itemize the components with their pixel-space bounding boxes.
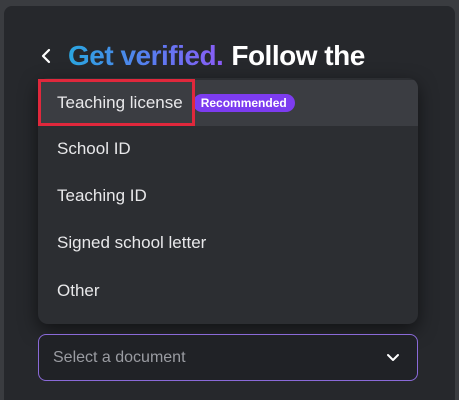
option-label: School ID xyxy=(57,139,131,158)
document-dropdown-menu: Teaching license Recommended School ID T… xyxy=(38,78,418,324)
document-select[interactable]: Select a document xyxy=(38,334,418,381)
option-school-id[interactable]: School ID xyxy=(38,126,418,172)
title-accent: Get verified. xyxy=(68,40,224,71)
select-placeholder: Select a document xyxy=(53,348,186,366)
screen: Get verified. Follow the Teaching licens… xyxy=(0,0,459,400)
chevron-down-icon xyxy=(385,350,401,366)
title-rest: Follow the xyxy=(231,40,365,71)
option-teaching-license[interactable]: Teaching license Recommended xyxy=(38,80,418,126)
option-other[interactable]: Other xyxy=(38,268,418,314)
option-label: Teaching license xyxy=(57,93,183,112)
chevron-left-icon[interactable] xyxy=(36,46,56,66)
option-label: Teaching ID xyxy=(57,186,147,205)
option-label: Other xyxy=(57,281,100,300)
option-teaching-id[interactable]: Teaching ID xyxy=(38,173,418,219)
page-header: Get verified. Follow the xyxy=(36,36,365,76)
option-signed-school-letter[interactable]: Signed school letter xyxy=(38,220,418,266)
option-label: Signed school letter xyxy=(57,233,207,252)
recommended-badge: Recommended xyxy=(192,94,295,112)
